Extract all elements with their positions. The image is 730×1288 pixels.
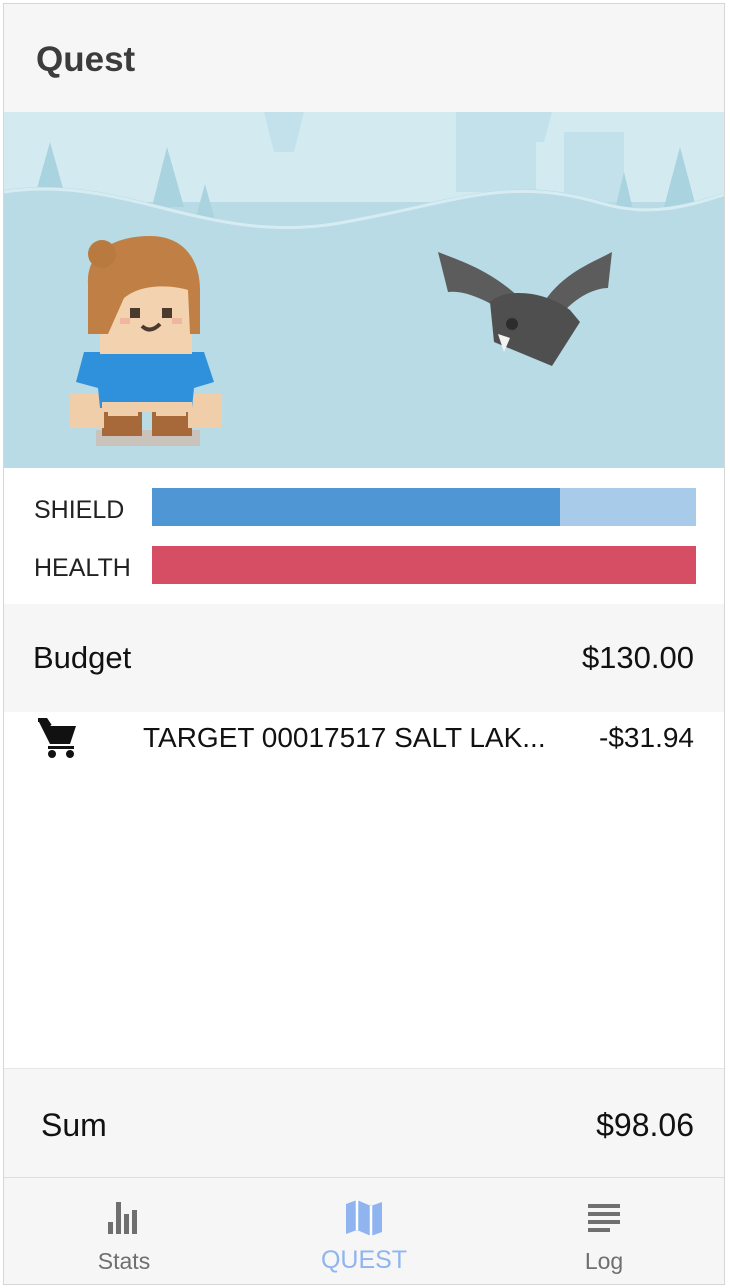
transaction-merchant: TARGET 00017517 SALT LAK... — [143, 722, 546, 753]
shopping-cart-icon — [38, 718, 76, 758]
nav-item-log[interactable]: Log — [484, 1178, 724, 1284]
nav-label-stats: Stats — [97, 1248, 151, 1274]
nav-item-quest[interactable]: QUEST — [244, 1178, 484, 1284]
app-bar: Quest — [4, 4, 724, 112]
nav-item-stats[interactable]: Stats — [4, 1178, 244, 1284]
quest-scene-illustration — [4, 112, 724, 468]
health-label: HEALTH — [34, 554, 131, 582]
sum-label: Sum — [41, 1107, 107, 1143]
bottom-navigation: Stats QUEST Log — [4, 1177, 724, 1284]
sum-row: Sum $98.06 — [4, 1068, 724, 1177]
budget-amount: $130.00 — [581, 640, 694, 675]
budget-label: Budget — [33, 640, 132, 675]
shield-bar-fill — [152, 488, 560, 526]
list-icon — [588, 1204, 620, 1232]
page-title: Quest — [36, 40, 136, 79]
nav-label-log: Log — [584, 1248, 624, 1274]
health-bar — [152, 546, 696, 584]
budget-row: Budget $130.00 — [4, 604, 724, 712]
sum-amount: $98.06 — [596, 1107, 694, 1143]
nav-label-quest: QUEST — [320, 1246, 408, 1274]
bar-chart-icon — [108, 1202, 137, 1234]
map-icon — [346, 1200, 382, 1236]
health-bar-fill — [152, 546, 696, 584]
shield-bar — [152, 488, 696, 526]
app-frame: Quest SHIELD HEALTH Budget $130.00 TARGE… — [3, 3, 725, 1285]
transaction-amount: -$31.94 — [599, 722, 694, 753]
quest-scene — [4, 112, 724, 468]
stats-panel: SHIELD HEALTH — [4, 468, 724, 605]
transaction-row[interactable]: TARGET 00017517 SALT LAK... -$31.94 — [4, 712, 724, 772]
shield-label: SHIELD — [34, 496, 125, 524]
